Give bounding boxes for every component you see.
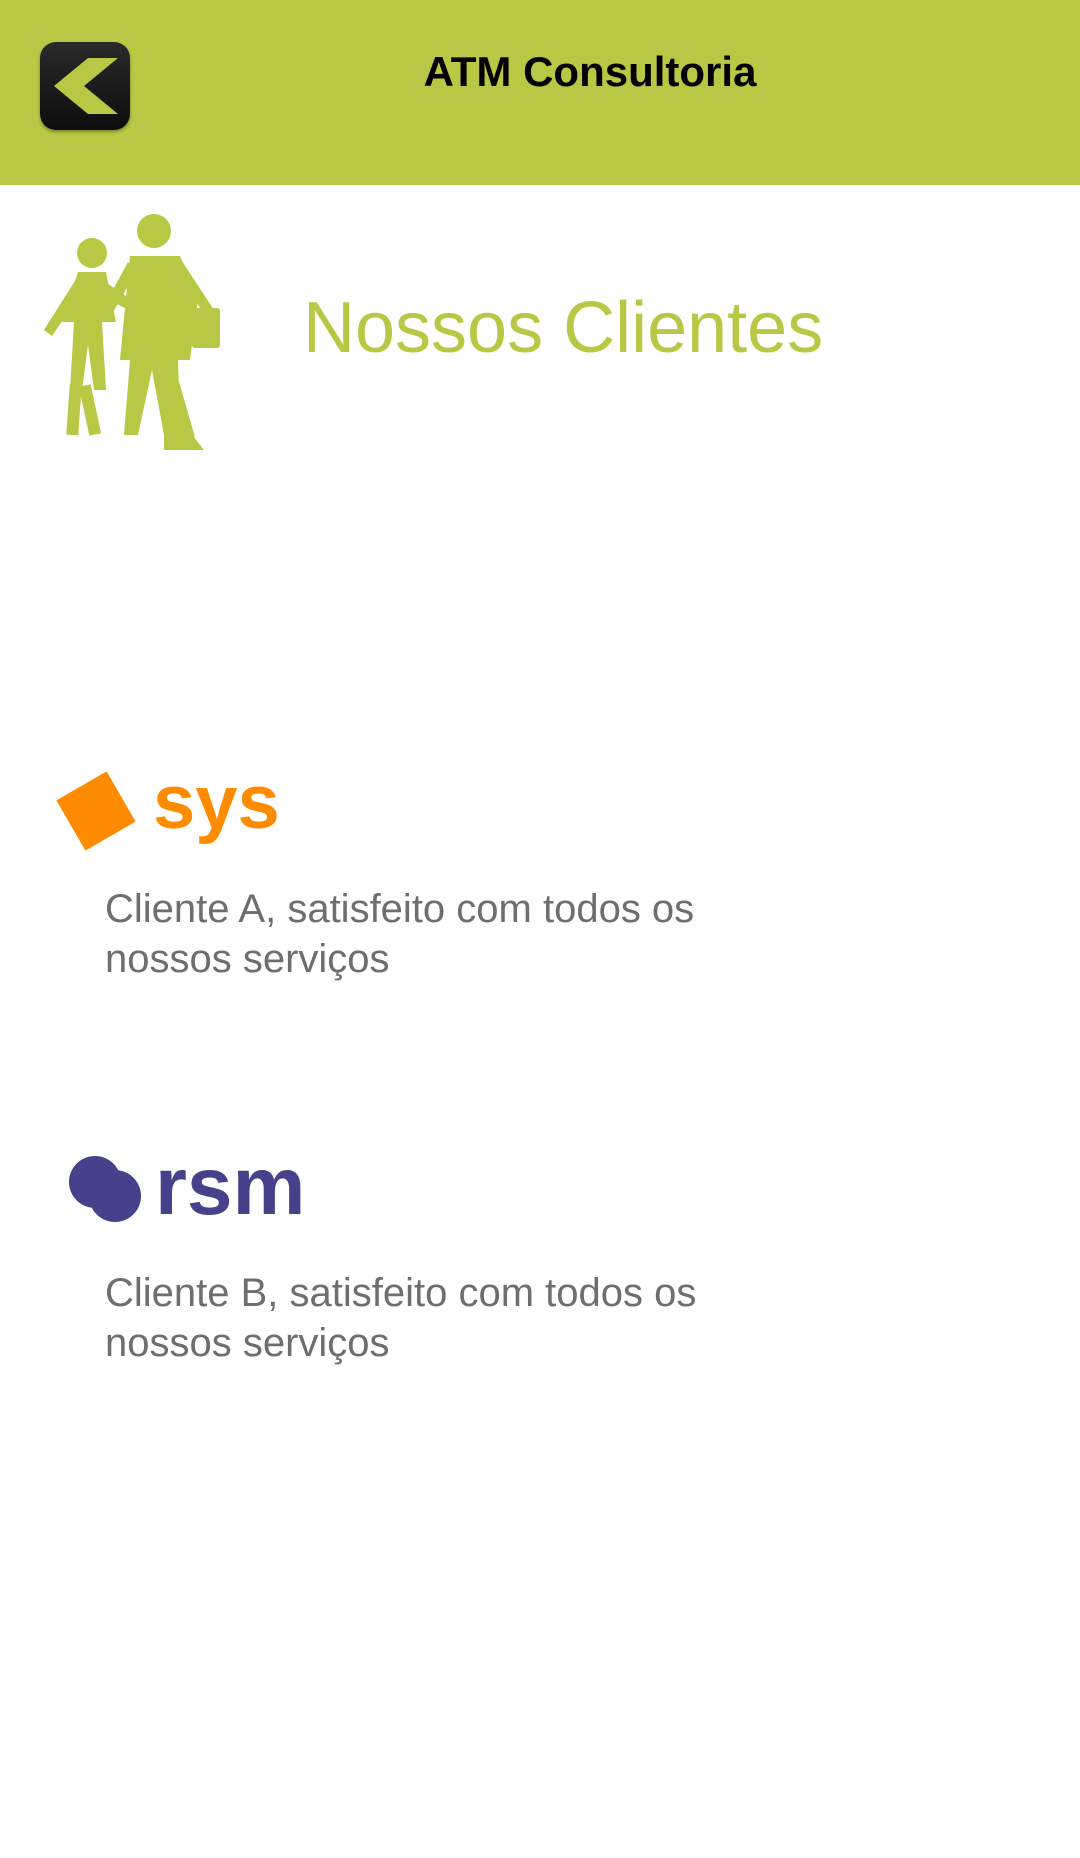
client-description: Cliente A, satisfeito com todos os nosso… <box>105 887 695 981</box>
client-logo-rsm: rsm <box>69 1141 305 1232</box>
people-walking-icon <box>44 214 220 450</box>
client-logo-text: rsm <box>155 1141 305 1232</box>
client-logo-sys: sys <box>56 760 280 851</box>
app-title: ATM Consultoria <box>423 48 757 95</box>
client-logo-text: sys <box>153 760 280 845</box>
back-arrow-icon <box>54 58 118 114</box>
back-button[interactable] <box>40 42 130 130</box>
client-description: Cliente B, satisfeito com todos os nosso… <box>105 1271 697 1365</box>
section-title: Nossos Clientes <box>303 288 824 368</box>
page: ATM Consultoria Nossos Clientes sys Clie… <box>0 0 1080 1858</box>
app-bar: ATM Consultoria <box>0 0 1080 185</box>
